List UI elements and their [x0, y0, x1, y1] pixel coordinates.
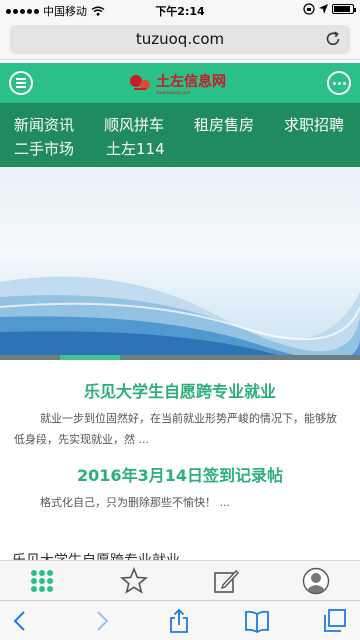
share-icon[interactable] — [166, 608, 192, 634]
battery-icon — [332, 4, 356, 14]
category-nav: 新闻资讯 顺风拼车 租房售房 求职招聘 二手市场 土左114 — [0, 103, 360, 167]
rotation-lock-icon — [303, 3, 315, 15]
article-item[interactable]: 2016年3月14日签到记录帖 格式化自己，只为删除那些不愉快！ ... — [0, 462, 360, 513]
slide-progress-fill — [60, 355, 120, 360]
location-icon — [319, 4, 328, 14]
back-icon[interactable] — [8, 608, 34, 634]
article-item[interactable]: 乐见大学生自愿跨专业就业 就业一步到位固然好，在当前就业形势严峻的情况下，能够放… — [0, 378, 360, 450]
status-right — [303, 3, 356, 15]
nav-item-carpool[interactable]: 顺风拼车 — [104, 114, 164, 135]
nav-item-news[interactable]: 新闻资讯 — [14, 114, 74, 135]
chat-button[interactable] — [327, 71, 351, 95]
nav-item-jobs[interactable]: 求职招聘 — [284, 114, 344, 135]
logo-text: 土左信息网 — [156, 74, 226, 90]
grid-icon[interactable] — [28, 567, 56, 595]
reload-icon[interactable] — [324, 30, 342, 48]
nav-item-housing[interactable]: 租房售房 — [194, 114, 254, 135]
article-title[interactable]: 乐见大学生自愿跨专业就业 — [0, 378, 360, 402]
nav-item-tuzuo114[interactable]: 土左114 — [106, 138, 165, 159]
status-bar: 中国移动 下午2:14 — [0, 0, 360, 20]
banner-slide[interactable] — [0, 167, 360, 360]
browser-address-area: tuzuoq.com — [0, 20, 360, 60]
address-bar[interactable]: tuzuoq.com — [10, 25, 350, 54]
nav-item-secondhand[interactable]: 二手市场 — [14, 138, 74, 159]
tabs-icon[interactable] — [322, 608, 348, 634]
forward-icon[interactable] — [88, 608, 114, 634]
star-icon[interactable] — [120, 567, 148, 595]
article-excerpt: 就业一步到位固然好，在当前就业形势严峻的情况下，能够放低身段，先实现就业，然 .… — [14, 412, 337, 446]
edit-icon[interactable] — [212, 567, 240, 595]
site-header: 土左信息网 www.tuzuoq.com — [0, 63, 360, 103]
article-excerpt: 格式化自己，只为删除那些不愉快！ ... — [40, 496, 230, 509]
article-title[interactable]: 2016年3月14日签到记录帖 — [0, 462, 360, 486]
battery-fill — [334, 6, 350, 12]
url-text: tuzuoq.com — [135, 30, 225, 48]
bookmarks-icon[interactable] — [244, 608, 270, 634]
logo-emblem-icon — [130, 75, 150, 90]
menu-button[interactable] — [9, 71, 33, 95]
banner-waves — [0, 276, 360, 360]
site-bottom-bar — [0, 560, 360, 600]
logo-subtext: www.tuzuoq.com — [156, 90, 191, 95]
browser-toolbar — [0, 600, 360, 640]
site-logo[interactable]: 土左信息网 www.tuzuoq.com — [128, 69, 244, 97]
slide-progress — [0, 355, 360, 360]
user-icon[interactable] — [302, 567, 330, 595]
